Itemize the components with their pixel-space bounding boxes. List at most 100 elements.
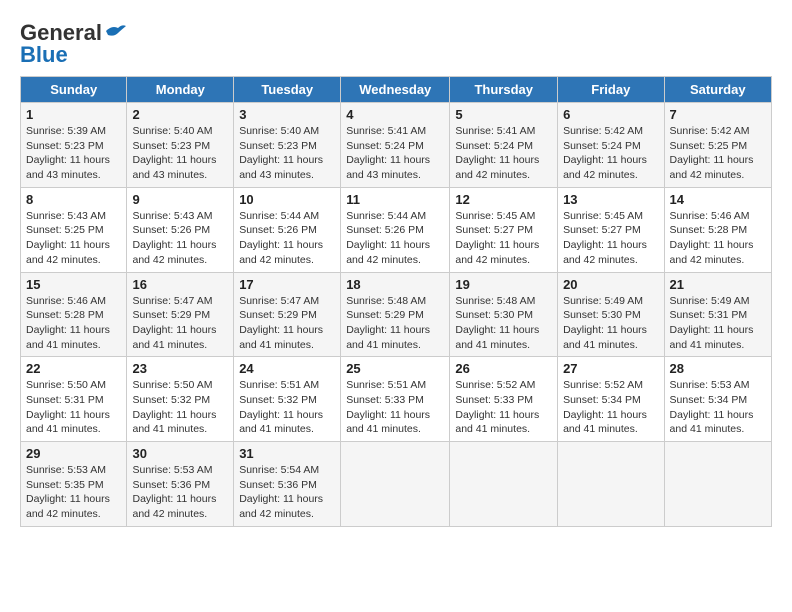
- daylight: Daylight: 11 hours and 42 minutes.: [26, 493, 110, 520]
- sunrise: Sunrise: 5:50 AM: [26, 379, 106, 391]
- calendar-cell: 19 Sunrise: 5:48 AM Sunset: 5:30 PM Dayl…: [450, 272, 558, 357]
- daylight: Daylight: 11 hours and 43 minutes.: [26, 154, 110, 181]
- sunrise: Sunrise: 5:41 AM: [455, 125, 535, 137]
- calendar-cell: [664, 442, 771, 527]
- sunset: Sunset: 5:35 PM: [26, 479, 104, 491]
- day-number: 24: [239, 361, 335, 376]
- sunrise: Sunrise: 5:43 AM: [132, 210, 212, 222]
- day-number: 8: [26, 192, 121, 207]
- calendar-week-3: 15 Sunrise: 5:46 AM Sunset: 5:28 PM Dayl…: [21, 272, 772, 357]
- calendar-cell: [450, 442, 558, 527]
- calendar-cell: 29 Sunrise: 5:53 AM Sunset: 5:35 PM Dayl…: [21, 442, 127, 527]
- daylight: Daylight: 11 hours and 41 minutes.: [455, 409, 539, 436]
- daylight: Daylight: 11 hours and 42 minutes.: [670, 154, 754, 181]
- calendar-cell: 9 Sunrise: 5:43 AM Sunset: 5:26 PM Dayli…: [127, 187, 234, 272]
- daylight: Daylight: 11 hours and 42 minutes.: [455, 239, 539, 266]
- sunset: Sunset: 5:30 PM: [455, 309, 533, 321]
- sunset: Sunset: 5:29 PM: [346, 309, 424, 321]
- sunset: Sunset: 5:34 PM: [563, 394, 641, 406]
- sunrise: Sunrise: 5:43 AM: [26, 210, 106, 222]
- day-number: 4: [346, 107, 444, 122]
- daylight: Daylight: 11 hours and 42 minutes.: [132, 239, 216, 266]
- day-number: 12: [455, 192, 552, 207]
- day-number: 5: [455, 107, 552, 122]
- sunset: Sunset: 5:25 PM: [26, 224, 104, 236]
- calendar-cell: [341, 442, 450, 527]
- sunrise: Sunrise: 5:39 AM: [26, 125, 106, 137]
- day-number: 19: [455, 277, 552, 292]
- day-number: 1: [26, 107, 121, 122]
- calendar-cell: 23 Sunrise: 5:50 AM Sunset: 5:32 PM Dayl…: [127, 357, 234, 442]
- calendar-cell: 16 Sunrise: 5:47 AM Sunset: 5:29 PM Dayl…: [127, 272, 234, 357]
- sunrise: Sunrise: 5:50 AM: [132, 379, 212, 391]
- sunset: Sunset: 5:33 PM: [455, 394, 533, 406]
- calendar-cell: 26 Sunrise: 5:52 AM Sunset: 5:33 PM Dayl…: [450, 357, 558, 442]
- calendar-week-4: 22 Sunrise: 5:50 AM Sunset: 5:31 PM Dayl…: [21, 357, 772, 442]
- daylight: Daylight: 11 hours and 41 minutes.: [26, 409, 110, 436]
- sunset: Sunset: 5:31 PM: [26, 394, 104, 406]
- sunset: Sunset: 5:36 PM: [132, 479, 210, 491]
- sunset: Sunset: 5:28 PM: [670, 224, 748, 236]
- calendar-table: SundayMondayTuesdayWednesdayThursdayFrid…: [20, 76, 772, 527]
- calendar-cell: 30 Sunrise: 5:53 AM Sunset: 5:36 PM Dayl…: [127, 442, 234, 527]
- weekday-header-monday: Monday: [127, 77, 234, 103]
- sunrise: Sunrise: 5:44 AM: [346, 210, 426, 222]
- day-number: 17: [239, 277, 335, 292]
- day-number: 11: [346, 192, 444, 207]
- calendar-week-2: 8 Sunrise: 5:43 AM Sunset: 5:25 PM Dayli…: [21, 187, 772, 272]
- calendar-cell: 22 Sunrise: 5:50 AM Sunset: 5:31 PM Dayl…: [21, 357, 127, 442]
- logo-bird-icon: [104, 23, 126, 39]
- calendar-cell: 12 Sunrise: 5:45 AM Sunset: 5:27 PM Dayl…: [450, 187, 558, 272]
- calendar-cell: [558, 442, 664, 527]
- sunrise: Sunrise: 5:51 AM: [239, 379, 319, 391]
- weekday-header-row: SundayMondayTuesdayWednesdayThursdayFrid…: [21, 77, 772, 103]
- day-number: 20: [563, 277, 658, 292]
- sunrise: Sunrise: 5:52 AM: [455, 379, 535, 391]
- sunset: Sunset: 5:27 PM: [455, 224, 533, 236]
- sunset: Sunset: 5:31 PM: [670, 309, 748, 321]
- daylight: Daylight: 11 hours and 41 minutes.: [132, 324, 216, 351]
- daylight: Daylight: 11 hours and 42 minutes.: [26, 239, 110, 266]
- sunrise: Sunrise: 5:46 AM: [26, 295, 106, 307]
- calendar-week-5: 29 Sunrise: 5:53 AM Sunset: 5:35 PM Dayl…: [21, 442, 772, 527]
- sunrise: Sunrise: 5:46 AM: [670, 210, 750, 222]
- day-number: 21: [670, 277, 766, 292]
- sunset: Sunset: 5:26 PM: [239, 224, 317, 236]
- daylight: Daylight: 11 hours and 41 minutes.: [455, 324, 539, 351]
- sunset: Sunset: 5:24 PM: [455, 140, 533, 152]
- daylight: Daylight: 11 hours and 41 minutes.: [346, 324, 430, 351]
- sunrise: Sunrise: 5:49 AM: [670, 295, 750, 307]
- daylight: Daylight: 11 hours and 42 minutes.: [132, 493, 216, 520]
- sunrise: Sunrise: 5:49 AM: [563, 295, 643, 307]
- sunrise: Sunrise: 5:53 AM: [132, 464, 212, 476]
- weekday-header-friday: Friday: [558, 77, 664, 103]
- day-number: 9: [132, 192, 228, 207]
- calendar-cell: 18 Sunrise: 5:48 AM Sunset: 5:29 PM Dayl…: [341, 272, 450, 357]
- daylight: Daylight: 11 hours and 42 minutes.: [239, 239, 323, 266]
- sunrise: Sunrise: 5:53 AM: [670, 379, 750, 391]
- day-number: 23: [132, 361, 228, 376]
- sunrise: Sunrise: 5:42 AM: [563, 125, 643, 137]
- sunset: Sunset: 5:32 PM: [132, 394, 210, 406]
- calendar-cell: 11 Sunrise: 5:44 AM Sunset: 5:26 PM Dayl…: [341, 187, 450, 272]
- calendar-cell: 14 Sunrise: 5:46 AM Sunset: 5:28 PM Dayl…: [664, 187, 771, 272]
- daylight: Daylight: 11 hours and 41 minutes.: [563, 409, 647, 436]
- sunset: Sunset: 5:24 PM: [346, 140, 424, 152]
- day-number: 22: [26, 361, 121, 376]
- day-number: 6: [563, 107, 658, 122]
- daylight: Daylight: 11 hours and 42 minutes.: [563, 239, 647, 266]
- day-number: 14: [670, 192, 766, 207]
- sunrise: Sunrise: 5:44 AM: [239, 210, 319, 222]
- weekday-header-sunday: Sunday: [21, 77, 127, 103]
- calendar-cell: 8 Sunrise: 5:43 AM Sunset: 5:25 PM Dayli…: [21, 187, 127, 272]
- calendar-cell: 20 Sunrise: 5:49 AM Sunset: 5:30 PM Dayl…: [558, 272, 664, 357]
- daylight: Daylight: 11 hours and 41 minutes.: [132, 409, 216, 436]
- logo-blue: Blue: [20, 42, 68, 68]
- daylight: Daylight: 11 hours and 42 minutes.: [563, 154, 647, 181]
- daylight: Daylight: 11 hours and 41 minutes.: [239, 409, 323, 436]
- weekday-header-tuesday: Tuesday: [234, 77, 341, 103]
- sunset: Sunset: 5:23 PM: [26, 140, 104, 152]
- calendar-cell: 13 Sunrise: 5:45 AM Sunset: 5:27 PM Dayl…: [558, 187, 664, 272]
- day-number: 13: [563, 192, 658, 207]
- weekday-header-thursday: Thursday: [450, 77, 558, 103]
